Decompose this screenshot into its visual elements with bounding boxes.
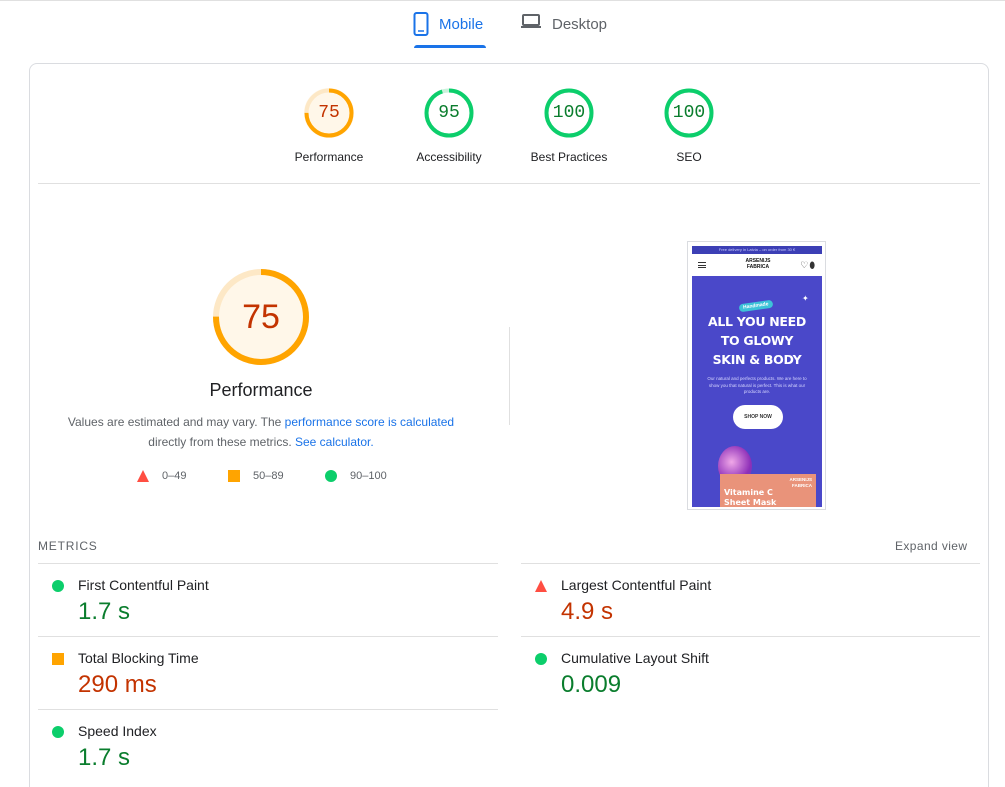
headline-line: SKIN & BODY [712,352,802,367]
screenshot-banner: Free delivery in Latvia – on order from … [692,246,822,254]
gauge-value: 100 [552,103,586,123]
logo-line: FABRICA [746,264,770,270]
description-text: directly from these metrics. [148,435,295,449]
product-line: Vitamine C [724,488,773,497]
triangle-icon [535,580,547,592]
brand-line: ARSENIJS [789,477,812,482]
metric-name: First Contentful Paint [78,577,209,593]
screenshot-hero: ✦ Handmade ALL YOU NEED TO GLOWY SKIN & … [692,276,822,507]
menu-icon [698,262,706,268]
sparkle-icon: ✦ [802,294,809,303]
gauge-label: Performance [294,150,364,164]
tab-mobile-label: Mobile [439,16,484,33]
gauge-value: 75 [318,103,340,123]
score-calculated-link[interactable]: performance score is calculated [285,415,454,429]
product-brand: ARSENIJS FABRICA [789,477,812,488]
tab-desktop-label: Desktop [552,16,608,33]
circle-icon [325,470,337,482]
gauge-best-practices[interactable]: 100 Best Practices [519,88,619,164]
section-divider [38,183,980,184]
performance-description: Values are estimated and may vary. The p… [60,412,462,452]
legend-average: 50–89 [228,470,284,482]
device-tabs: Mobile Desktop [0,0,1005,50]
legend-range: 0–49 [162,470,187,482]
metric-largest-contentful-paint: Largest Contentful Paint 4.9 s [521,564,941,636]
circle-icon [52,580,64,592]
gauge-label: Accessibility [416,150,482,164]
metric-value: 290 ms [78,671,157,698]
gauge-seo[interactable]: 100 SEO [639,88,739,164]
square-icon [52,653,64,665]
circle-icon [535,653,547,665]
phone-icon [413,12,429,36]
screenshot-shop-button: SHOP NOW [733,405,783,429]
metric-value: 1.7 s [78,744,131,771]
gauge-label: SEO [676,150,702,164]
screenshot-logo: ARSENIJS FABRICA [742,258,774,270]
product-line: Sheet Mask [724,498,777,507]
metrics-heading: METRICS [38,539,98,553]
headline-line: ALL YOU NEED [707,314,806,329]
performance-score-value: 75 [242,298,280,336]
vertical-divider [509,327,510,425]
headline-line: TO GLOWY [720,333,794,348]
screenshot-subtext: Our natural and perfects products. We ar… [707,376,807,394]
brand-line: FABRICA [792,482,812,488]
cart-icon: ♡⬮ [800,260,816,270]
gauge-accessibility[interactable]: 95 Accessibility [399,88,499,164]
metric-first-contentful-paint: First Contentful Paint 1.7 s [38,564,458,636]
description-text: Values are estimated and may vary. The [67,415,285,429]
product-card: ARSENIJS FABRICA Vitamine C Sheet Mask [720,474,816,507]
triangle-icon [137,470,149,482]
tab-desktop[interactable]: Desktop [520,12,607,50]
performance-score-gauge: 75 [211,267,311,367]
gauge-value: 95 [438,103,460,123]
legend-range: 50–89 [253,470,284,482]
screenshot-headline: ALL YOU NEED TO GLOWY SKIN & BODY [692,312,822,369]
tab-active-indicator [414,45,486,48]
handmade-stamp: Handmade [738,299,773,313]
legend-fail: 0–49 [137,470,186,482]
page-screenshot[interactable]: Free delivery in Latvia – on order from … [687,241,826,510]
metric-name: Total Blocking Time [78,650,199,666]
product-name: Vitamine C Sheet Mask [724,488,776,507]
metric-name: Speed Index [78,723,157,739]
performance-title: Performance [209,380,313,400]
metric-total-blocking-time: Total Blocking Time 290 ms [38,637,458,709]
legend-pass: 90–100 [325,470,387,482]
metric-value: 0.009 [561,671,622,698]
circle-icon [52,726,64,738]
metric-name: Largest Contentful Paint [561,577,712,593]
legend-range: 90–100 [350,470,387,482]
screenshot-header: ARSENIJS FABRICA ♡⬮ [692,254,822,276]
expand-view-toggle[interactable]: Expand view [895,539,967,553]
metric-name: Cumulative Layout Shift [561,650,709,666]
see-calculator-link[interactable]: See calculator. [295,435,374,449]
metric-value: 4.9 s [561,598,614,625]
gauge-value: 100 [672,103,706,123]
metric-cumulative-layout-shift: Cumulative Layout Shift 0.009 [521,637,941,709]
metric-value: 1.7 s [78,598,131,625]
gauge-performance[interactable]: 75 Performance [279,88,379,164]
square-icon [228,470,240,482]
laptop-icon [520,12,542,30]
metric-speed-index: Speed Index 1.7 s [38,710,458,782]
gauge-label: Best Practices [530,150,608,164]
